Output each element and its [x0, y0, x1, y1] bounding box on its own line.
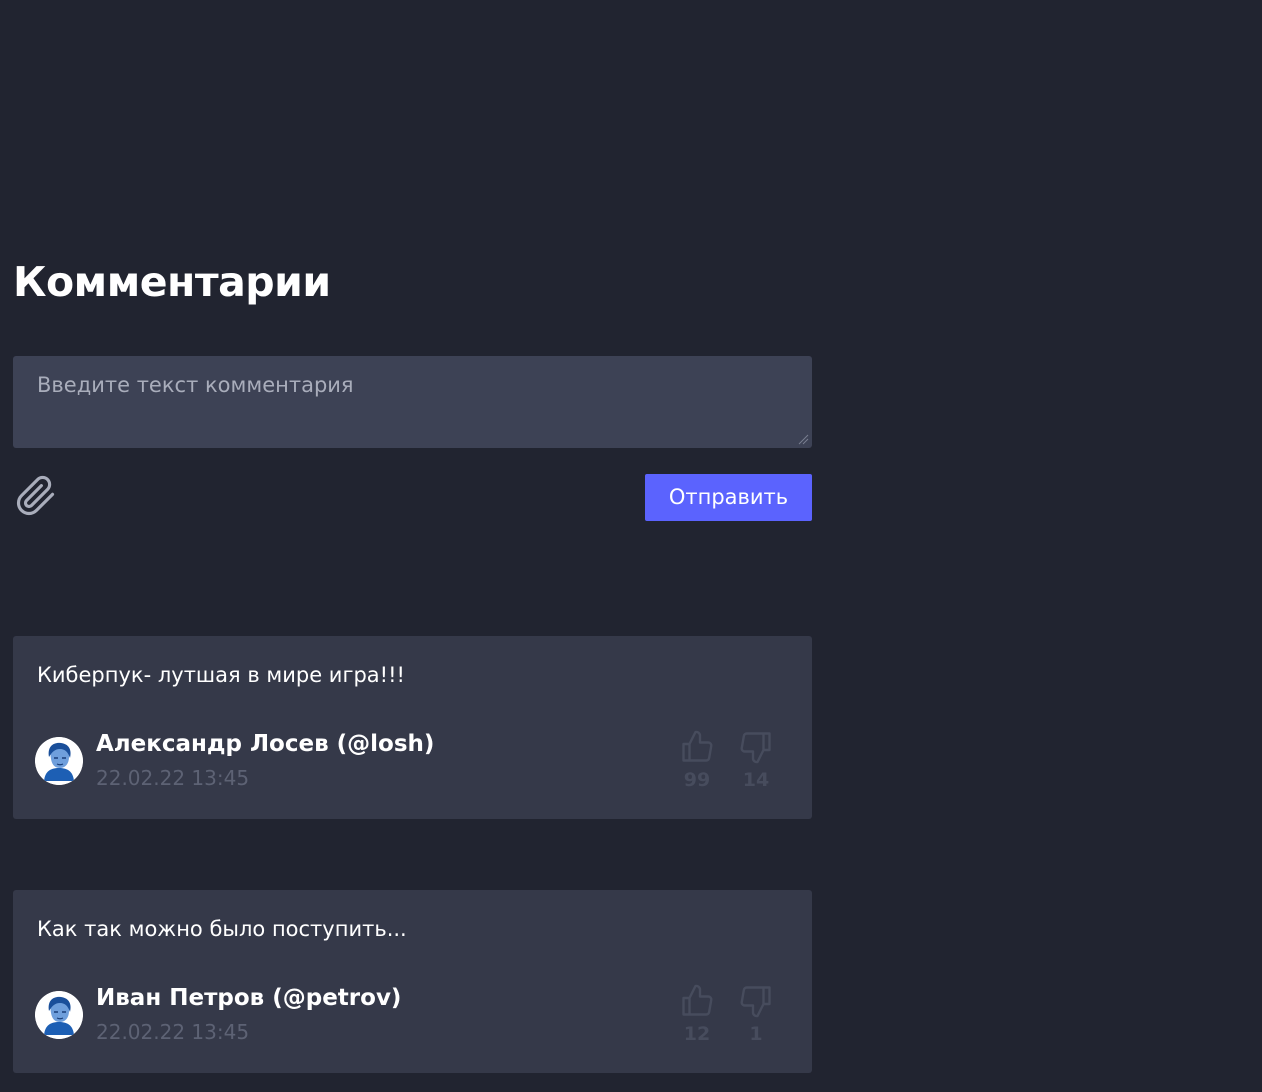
like-button[interactable]: 12: [678, 982, 716, 1052]
page-title: Комментарии: [13, 258, 331, 306]
comment-date: 22.02.22 13:45: [96, 766, 250, 790]
comment-card: Как так можно было поступить... Иван Пет…: [13, 890, 812, 1073]
avatar-image: [35, 737, 83, 785]
comment-input[interactable]: [13, 356, 812, 448]
send-button[interactable]: Отправить: [645, 474, 812, 521]
dislike-count: 1: [749, 1023, 763, 1045]
comment-input-box: [13, 356, 812, 448]
dislike-count: 14: [742, 769, 770, 791]
dislike-button[interactable]: 1: [737, 982, 775, 1052]
thumbs-down-icon: [740, 732, 771, 764]
attach-file-button[interactable]: [14, 474, 58, 518]
comment-card: Киберпук- лутшая в мире игра!!! Александ…: [13, 636, 812, 819]
comment-text: Киберпук- лутшая в мире игра!!!: [37, 663, 405, 687]
comment-date: 22.02.22 13:45: [96, 1020, 250, 1044]
like-count: 12: [683, 1023, 711, 1045]
paperclip-icon: [16, 475, 55, 516]
resize-grip-icon[interactable]: [797, 433, 809, 445]
thumbs-up-icon: [682, 730, 713, 762]
thumbs-up-icon: [682, 984, 713, 1016]
avatar[interactable]: [35, 737, 83, 785]
like-count: 99: [683, 769, 711, 791]
dislike-button[interactable]: 14: [737, 728, 775, 798]
thumbs-down-icon: [740, 986, 771, 1018]
avatar-image: [35, 991, 83, 1039]
like-button[interactable]: 99: [678, 728, 716, 798]
author-name[interactable]: Иван Петров (@petrov): [96, 982, 401, 1014]
author-name[interactable]: Александр Лосев (@losh): [96, 728, 434, 760]
avatar[interactable]: [35, 991, 83, 1039]
comment-text: Как так можно было поступить...: [37, 917, 407, 941]
